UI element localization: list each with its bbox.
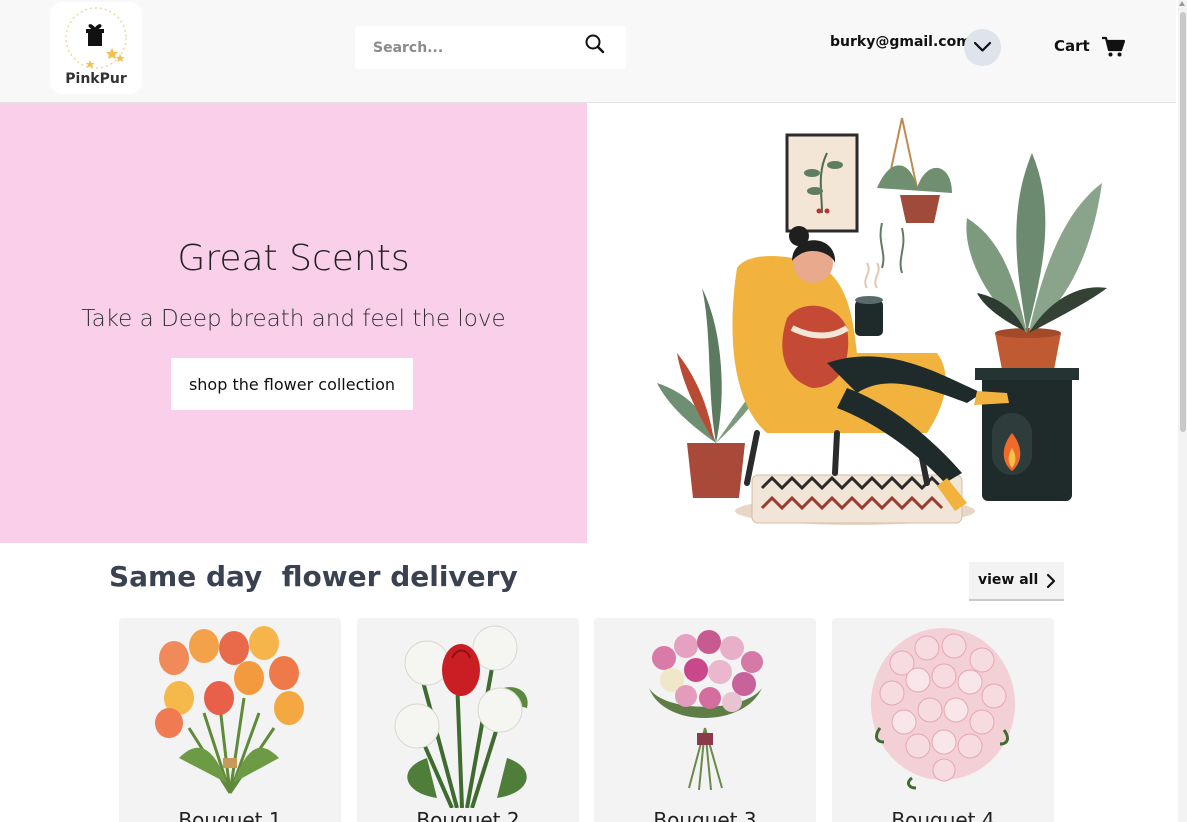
white-and-red-roses-image [394, 625, 528, 808]
chevron-down-icon [973, 41, 992, 52]
product-name: Bouquet 2 [416, 808, 520, 822]
cozy-reading-illustration [657, 117, 1107, 525]
orange-tulip-bouquet-image [155, 626, 304, 794]
logo-gift-icon [65, 7, 127, 69]
logo-text: PinkPur [65, 71, 127, 87]
search-input[interactable] [373, 35, 583, 61]
page-scrollbar[interactable] [1178, 0, 1187, 822]
site-logo[interactable]: PinkPur [50, 2, 142, 94]
product-name: Bouquet 4 [891, 808, 995, 822]
cart-icon[interactable] [1101, 36, 1125, 58]
product-card[interactable]: Bouquet 2 [357, 618, 579, 822]
product-card[interactable]: Bouquet 4 [832, 618, 1054, 822]
shop-collection-button[interactable]: shop the flower collection [171, 358, 413, 410]
site-header: PinkPur burky@gmail.com Cart [0, 0, 1176, 103]
section-title: Same day flower delivery [109, 560, 518, 593]
search-icon[interactable] [584, 33, 606, 55]
scroll-up-arrow-icon[interactable] [1179, 1, 1185, 6]
scrollbar-thumb[interactable] [1180, 12, 1186, 432]
chevron-right-icon [1046, 573, 1056, 589]
hero-title: Great Scents [177, 238, 410, 279]
product-card[interactable]: Bouquet 1 [119, 618, 341, 822]
hero-subtitle: Take a Deep breath and feel the love [81, 306, 506, 332]
user-email[interactable]: burky@gmail.com [830, 34, 971, 50]
view-all-label: view all [978, 572, 1039, 588]
product-card[interactable]: Bouquet 3 [594, 618, 816, 822]
view-all-button[interactable]: view all [969, 562, 1064, 601]
account-dropdown-button[interactable] [964, 29, 1001, 66]
mixed-pink-rose-bouquet-image [649, 630, 763, 791]
cart-link[interactable]: Cart [1054, 37, 1090, 55]
hero-illustration [587, 103, 1176, 543]
product-name: Bouquet 1 [178, 808, 282, 822]
product-name: Bouquet 3 [653, 808, 757, 822]
pink-rose-dome-bouquet-image [871, 628, 1015, 790]
